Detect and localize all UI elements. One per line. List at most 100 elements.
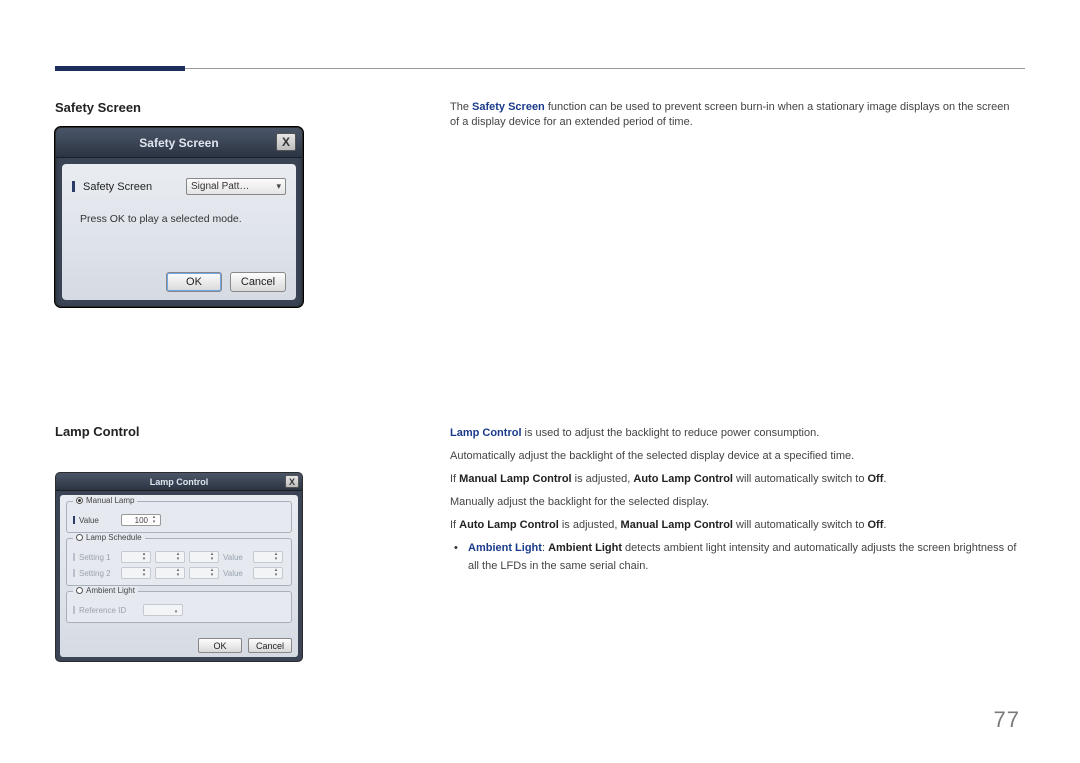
reference-id-row: Reference ID ▾ — [73, 604, 285, 616]
close-button[interactable]: X — [276, 133, 296, 151]
row-marker-icon — [73, 553, 75, 561]
group-label: Manual Lamp — [86, 496, 134, 505]
text: If — [450, 473, 459, 485]
cancel-button[interactable]: Cancel — [248, 638, 292, 653]
safety-screen-dialog: Safety Screen X Safety Screen Signal Pat… — [55, 127, 303, 307]
paragraph: If Auto Lamp Control is adjusted, Manual… — [450, 516, 1020, 534]
minute-spinner[interactable]: ▴▾ — [155, 551, 185, 563]
chevron-down-icon: ▾ — [172, 605, 180, 615]
hour-spinner[interactable]: ▴▾ — [121, 551, 151, 563]
schedule-value-spinner[interactable]: ▴▾ — [253, 551, 283, 563]
text: . — [883, 519, 886, 531]
setting2-label: Setting 2 — [79, 569, 117, 578]
dialog-buttons: OK Cancel — [166, 272, 286, 292]
paragraph: If Manual Lamp Control is adjusted, Auto… — [450, 470, 1020, 488]
schedule-value-label: Value — [223, 569, 249, 578]
dialog-title: Safety Screen — [139, 136, 218, 150]
manual-lamp-radio[interactable]: Manual Lamp — [73, 496, 137, 505]
lamp-control-heading: Lamp Control — [55, 424, 140, 439]
term: Manual Lamp Control — [459, 473, 571, 485]
row-marker-icon — [72, 181, 75, 192]
setting1-row: Setting 1 ▴▾ ▴▾ ▴▾ Value ▴▾ — [73, 551, 285, 563]
spinner-arrows-icon: ▴▾ — [174, 568, 182, 578]
spinner-arrows-icon: ▴▾ — [150, 515, 158, 525]
ambient-light-group: Ambient Light Reference ID ▾ — [66, 591, 292, 623]
close-icon: X — [282, 135, 290, 149]
spinner-value: 100 — [135, 516, 148, 525]
lamp-control-dialog: Lamp Control X Manual Lamp Value 100 ▴▾ — [55, 472, 303, 662]
dialog-title: Lamp Control — [150, 477, 209, 487]
ok-button[interactable]: OK — [198, 638, 242, 653]
minute-spinner[interactable]: ▴▾ — [155, 567, 185, 579]
term: Ambient Light — [548, 542, 622, 554]
ok-button[interactable]: OK — [166, 272, 222, 292]
paragraph: Manually adjust the backlight for the se… — [450, 493, 1020, 511]
dialog-titlebar: Lamp Control X — [56, 473, 302, 491]
safety-screen-dropdown[interactable]: Signal Patt… ▾ — [186, 178, 286, 195]
spinner-arrows-icon: ▴▾ — [140, 552, 148, 562]
text: is adjusted, — [559, 519, 621, 531]
spinner-arrows-icon: ▴▾ — [174, 552, 182, 562]
paragraph: Automatically adjust the backlight of th… — [450, 447, 1020, 465]
term: Off — [868, 519, 884, 531]
term: Lamp Control — [450, 427, 522, 439]
setting1-label: Setting 1 — [79, 553, 117, 562]
paragraph: Lamp Control is used to adjust the backl… — [450, 424, 1020, 442]
text: will automatically switch to — [733, 519, 868, 531]
safety-screen-description: The Safety Screen function can be used t… — [450, 100, 1020, 130]
value-spinner[interactable]: 100 ▴▾ — [121, 514, 161, 526]
dialog-titlebar: Safety Screen X — [56, 128, 302, 158]
text: If — [450, 519, 459, 531]
horizontal-rule — [55, 68, 1025, 69]
dropdown-value: Signal Patt… — [191, 181, 249, 192]
safety-screen-label: Safety Screen — [83, 181, 178, 193]
reference-id-dropdown[interactable]: ▾ — [143, 604, 183, 616]
group-label: Ambient Light — [86, 586, 135, 595]
term: Auto Lamp Control — [633, 473, 733, 485]
radio-icon — [76, 497, 83, 504]
radio-icon — [76, 587, 83, 594]
ambient-light-radio[interactable]: Ambient Light — [73, 586, 138, 595]
term: Ambient Light — [468, 542, 542, 554]
group-label: Lamp Schedule — [86, 533, 142, 542]
schedule-value-label: Value — [223, 553, 249, 562]
term: Off — [868, 473, 884, 485]
lamp-schedule-group: Lamp Schedule Setting 1 ▴▾ ▴▾ ▴▾ Value ▴… — [66, 538, 292, 586]
setting2-row: Setting 2 ▴▾ ▴▾ ▴▾ Value ▴▾ — [73, 567, 285, 579]
row-marker-icon — [73, 569, 75, 577]
safety-screen-term: Safety Screen — [472, 101, 545, 113]
hour-spinner[interactable]: ▴▾ — [121, 567, 151, 579]
ampm-spinner[interactable]: ▴▾ — [189, 567, 219, 579]
safety-screen-row: Safety Screen Signal Patt… ▾ — [72, 178, 286, 195]
spinner-arrows-icon: ▴▾ — [208, 552, 216, 562]
bullet-list: Ambient Light: Ambient Light detects amb… — [450, 539, 1020, 575]
spinner-arrows-icon: ▴▾ — [208, 568, 216, 578]
dialog-body: Manual Lamp Value 100 ▴▾ Lamp Schedule S… — [60, 495, 298, 657]
spinner-arrows-icon: ▴▾ — [272, 552, 280, 562]
cancel-button[interactable]: Cancel — [230, 272, 286, 292]
text: The — [450, 101, 472, 113]
row-marker-icon — [73, 516, 75, 524]
page-number: 77 — [994, 707, 1020, 733]
text: is used to adjust the backlight to reduc… — [522, 427, 820, 439]
text: is adjusted, — [572, 473, 634, 485]
dialog-buttons: OK Cancel — [198, 638, 292, 653]
list-item: Ambient Light: Ambient Light detects amb… — [468, 539, 1020, 575]
close-button[interactable]: X — [285, 475, 299, 488]
text: will automatically switch to — [733, 473, 868, 485]
lamp-control-description: Lamp Control is used to adjust the backl… — [450, 424, 1020, 575]
spinner-arrows-icon: ▴▾ — [140, 568, 148, 578]
reference-id-label: Reference ID — [79, 606, 139, 615]
spinner-arrows-icon: ▴▾ — [272, 568, 280, 578]
horizontal-rule-accent — [55, 66, 185, 71]
value-label: Value — [79, 516, 117, 525]
chevron-down-icon: ▾ — [276, 181, 281, 192]
schedule-value-spinner[interactable]: ▴▾ — [253, 567, 283, 579]
text: . — [883, 473, 886, 485]
lamp-schedule-radio[interactable]: Lamp Schedule — [73, 533, 145, 542]
safety-screen-hint: Press OK to play a selected mode. — [72, 213, 286, 225]
ampm-spinner[interactable]: ▴▾ — [189, 551, 219, 563]
dialog-body: Safety Screen Signal Patt… ▾ Press OK to… — [62, 164, 296, 300]
safety-screen-heading: Safety Screen — [55, 100, 141, 115]
radio-icon — [76, 534, 83, 541]
